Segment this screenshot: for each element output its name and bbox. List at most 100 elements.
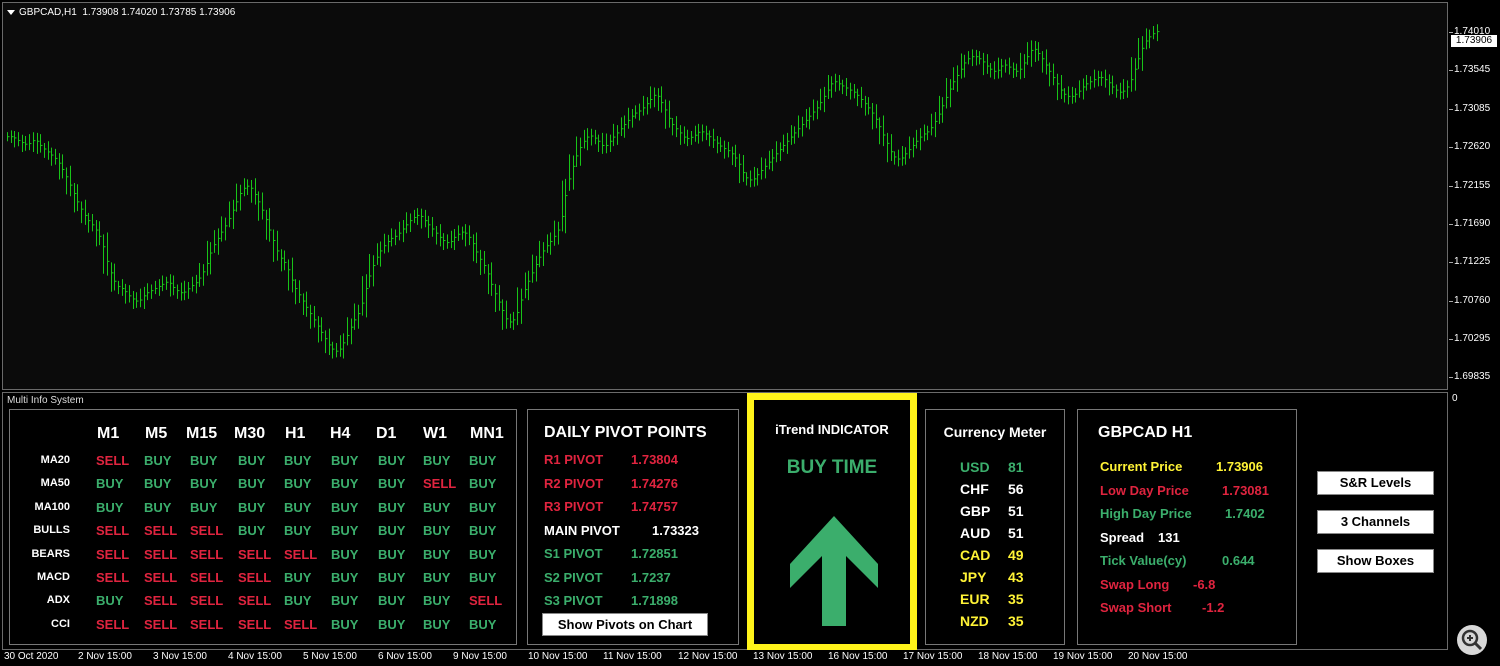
signal-cell: BUY — [378, 593, 406, 609]
zoom-icon[interactable] — [1457, 625, 1487, 655]
time-label: 2 Nov 15:00 — [78, 651, 132, 662]
signal-cell: BUY — [378, 570, 406, 585]
pivot-title: DAILY PIVOT POINTS — [544, 424, 707, 441]
pivot-value: 1.71898 — [631, 593, 678, 608]
signal-cell: SELL — [96, 453, 130, 468]
signal-cell: BUY — [469, 453, 497, 468]
price-label: 1.71690 — [1454, 218, 1491, 229]
price-label: 1.69835 — [1454, 371, 1491, 382]
pivot-label: R3 PIVOT — [544, 499, 604, 514]
signal-cell: SELL — [144, 616, 178, 632]
signal-cell: SELL — [190, 593, 224, 609]
signal-cell: SELL — [144, 593, 178, 609]
currency-strength: 81 — [1008, 459, 1024, 475]
signal-cell: BUY — [331, 570, 359, 585]
time-axis[interactable]: 30 Oct 2020 2 Nov 15:00 3 Nov 15:00 4 No… — [0, 650, 1500, 666]
tf-header: M1 — [97, 425, 120, 442]
signal-cell: SELL — [144, 570, 178, 585]
tf-header: H4 — [330, 425, 351, 442]
signal-cell: SELL — [238, 593, 272, 609]
info-label: Spread — [1100, 529, 1145, 545]
currency-strength: 49 — [1008, 547, 1024, 563]
signal-cell: SELL — [96, 546, 130, 562]
signal-cell: BUY — [469, 499, 497, 515]
signal-cell: BUY — [378, 616, 406, 632]
channels-button[interactable]: 3 Channels — [1317, 510, 1434, 534]
signal-cell: BUY — [144, 453, 172, 468]
signal-cell: BUY — [423, 570, 451, 585]
signal-cell: BUY — [190, 499, 218, 515]
subwindow-scale-label: 0 — [1452, 393, 1458, 404]
pivot-label: S1 PIVOT — [544, 546, 603, 561]
currency-strength: 35 — [1008, 613, 1024, 629]
itrend-signal: BUY TIME — [786, 457, 878, 478]
signal-cell: SELL — [190, 616, 224, 632]
currency-code: EUR — [960, 591, 990, 607]
indicator-label: ADX — [46, 594, 70, 607]
signal-cell: BUY — [96, 499, 124, 515]
signal-cell: BUY — [378, 523, 406, 539]
pivot-value: 1.72851 — [631, 546, 678, 561]
time-label: 6 Nov 15:00 — [378, 651, 432, 662]
time-label: 20 Nov 15:00 — [1128, 651, 1188, 662]
signal-cell: BUY — [284, 593, 312, 609]
signal-cell: BUY — [331, 523, 359, 539]
show-boxes-button[interactable]: Show Boxes — [1317, 549, 1434, 573]
pivot-label: MAIN PIVOT — [544, 522, 620, 538]
signal-cell: BUY — [331, 546, 359, 562]
signal-cell: SELL — [144, 546, 178, 562]
indicator-label: MACD — [37, 571, 70, 583]
pivot-value: 1.74757 — [631, 499, 678, 514]
pivot-label: R2 PIVOT — [544, 475, 604, 491]
currency-code: CHF — [960, 481, 989, 497]
indicator-label: MA50 — [40, 477, 70, 490]
price-axis[interactable]: 1.74010 1.73545 1.73085 1.72620 1.72155 … — [1449, 0, 1500, 392]
currency-strength: 51 — [1008, 503, 1024, 519]
info-value: 0.644 — [1222, 553, 1255, 568]
pivot-points-panel: DAILY PIVOT POINTS R1 PIVOT 1.73804 R2 PIV… — [527, 409, 739, 645]
info-value: 1.7402 — [1225, 506, 1265, 521]
time-label: 30 Oct 2020 — [4, 651, 59, 662]
info-label: Current Price — [1100, 459, 1183, 474]
subwindow-title: Multi Info System — [7, 395, 84, 406]
signal-cell: BUY — [331, 499, 359, 515]
info-label: High Day Price — [1100, 506, 1192, 521]
show-pivots-button[interactable]: Show Pivots on Chart — [542, 613, 708, 636]
time-label: 9 Nov 15:00 — [453, 651, 507, 662]
time-label: 19 Nov 15:00 — [1053, 651, 1113, 662]
signal-cell: BUY — [423, 616, 451, 632]
indicator-label: BEARS — [31, 547, 70, 560]
signal-cell: BUY — [144, 499, 172, 515]
sr-levels-button[interactable]: S&R Levels — [1317, 471, 1434, 495]
price-label: 1.73545 — [1454, 64, 1491, 75]
currency-code: NZD — [960, 613, 989, 629]
price-chart[interactable]: GBPCAD,H1 1.73908 1.74020 1.73785 1.7390… — [2, 2, 1448, 390]
signal-cell: BUY — [331, 593, 359, 609]
signal-cell: SELL — [96, 616, 130, 632]
currency-code: JPY — [960, 569, 987, 585]
signal-cell: BUY — [284, 523, 312, 539]
signal-cell: BUY — [423, 499, 451, 515]
currency-meter-title: Currency Meter — [943, 424, 1047, 440]
currency-code: GBP — [960, 503, 991, 519]
signal-cell: SELL — [190, 570, 224, 585]
indicator-subwindow[interactable]: Multi Info System M1 M5 M15 M30 H1 H4 D1… — [2, 392, 1448, 651]
signal-cell: BUY — [469, 523, 497, 539]
info-value: 131 — [1158, 529, 1180, 545]
signal-cell: BUY — [238, 499, 266, 515]
price-label: 1.70295 — [1454, 333, 1491, 344]
signal-cell: BUY — [378, 476, 406, 492]
itrend-title: iTrend INDICATOR — [775, 422, 889, 437]
signal-cell: SELL — [96, 523, 130, 539]
pivot-label: S2 PIVOT — [544, 569, 603, 585]
info-label: Swap Short — [1100, 600, 1172, 615]
indicator-label: MA20 — [40, 454, 70, 466]
signal-cell: BUY — [284, 453, 312, 468]
pivot-value: 1.74276 — [631, 475, 678, 491]
signal-cell: SELL — [284, 546, 318, 562]
signal-cell: BUY — [423, 593, 451, 609]
signal-cell: SELL — [190, 546, 224, 562]
time-label: 11 Nov 15:00 — [603, 651, 662, 662]
up-arrow-icon — [790, 516, 878, 626]
time-label: 18 Nov 15:00 — [978, 651, 1038, 662]
